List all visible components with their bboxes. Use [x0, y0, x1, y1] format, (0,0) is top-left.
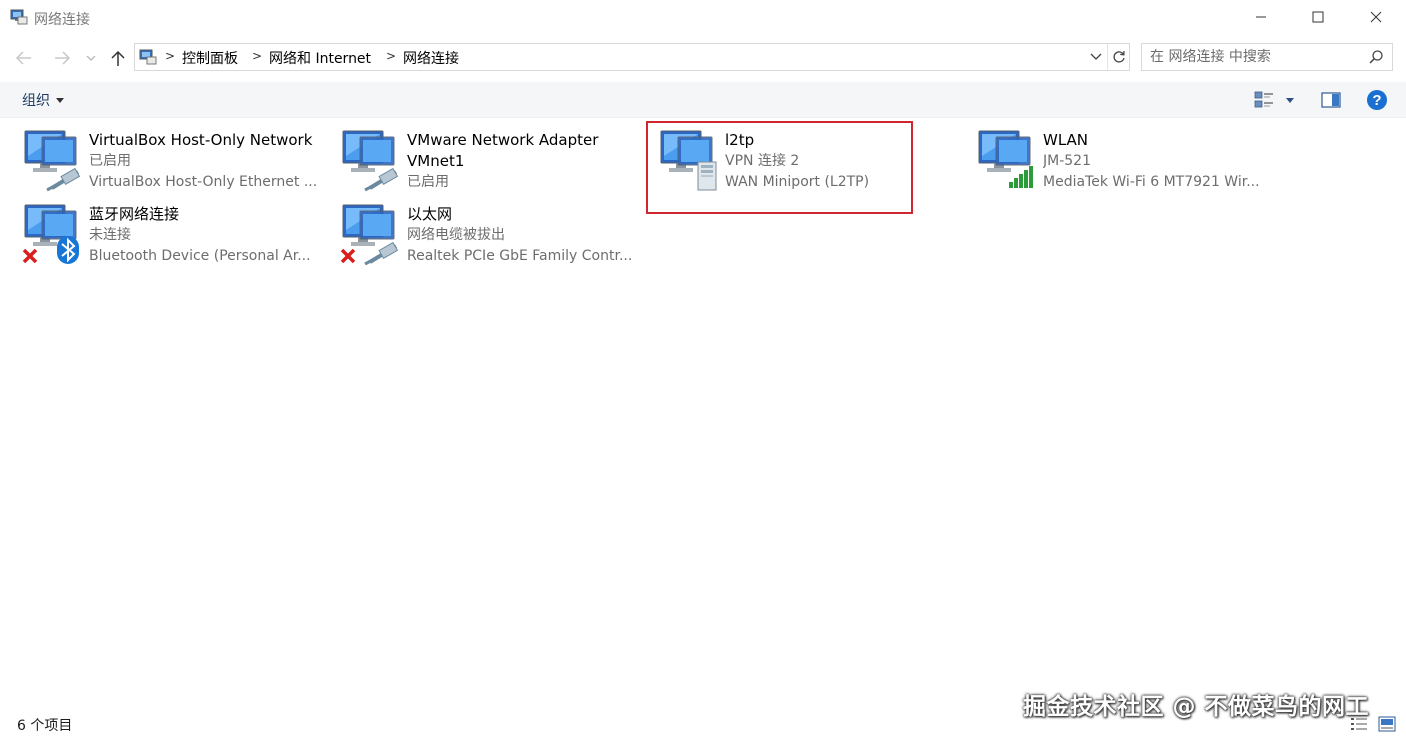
disconnected-x-icon [22, 248, 38, 264]
preview-pane-icon [1321, 92, 1341, 108]
network-adapter-icon [342, 130, 399, 192]
search-icon[interactable] [1368, 49, 1384, 65]
organize-button[interactable]: 组织 [22, 90, 64, 110]
caret-down-icon [1286, 97, 1294, 103]
maximize-icon [1312, 11, 1324, 23]
connection-item-wlan[interactable]: WLAN JM-521 MediaTek Wi-Fi 6 MT7921 Wir.… [976, 130, 1286, 202]
breadcrumb-separator-icon[interactable]: > [252, 49, 262, 63]
address-bar[interactable]: > 控制面板 > 网络和 Internet > 网络连接 [134, 43, 1130, 71]
large-icons-view-button[interactable] [1378, 716, 1396, 732]
details-view-icon [1351, 718, 1367, 730]
connection-name: WLAN [1043, 131, 1089, 149]
disconnected-x-icon [340, 248, 356, 264]
up-button[interactable] [105, 46, 131, 70]
network-adapter-icon [340, 204, 399, 266]
bluetooth-adapter-icon [22, 204, 79, 264]
breadcrumb-control-panel[interactable]: 控制面板 [182, 48, 238, 68]
minimize-icon [1256, 16, 1266, 18]
preview-pane-button[interactable] [1319, 88, 1343, 112]
search-input[interactable] [1150, 48, 1360, 66]
forward-button[interactable] [49, 46, 75, 70]
connection-name: VirtualBox Host-Only Network [89, 131, 313, 149]
maximize-button[interactable] [1289, 0, 1347, 34]
connection-item-ethernet[interactable]: 以太网 网络电缆被拔出 Realtek PCIe GbE Family Cont… [340, 204, 650, 276]
connection-item-bluetooth[interactable]: 蓝牙网络连接 未连接 Bluetooth Device (Personal Ar… [22, 204, 332, 276]
organize-label: 组织 [22, 93, 50, 109]
connection-item-virtualbox[interactable]: VirtualBox Host-Only Network 已启用 Virtual… [22, 130, 332, 202]
watermark-text: 掘金技术社区 @ 不做菜鸟的网工 [1023, 694, 1370, 720]
close-button[interactable] [1347, 0, 1405, 34]
breadcrumb-network-connections[interactable]: 网络连接 [403, 48, 459, 68]
title-bar: 网络连接 [0, 0, 1406, 36]
address-history-button[interactable] [1085, 44, 1107, 70]
help-button[interactable]: ? [1364, 88, 1390, 112]
caret-down-icon [56, 97, 64, 103]
breadcrumb-separator-icon[interactable]: > [386, 49, 396, 63]
item-text: VMware Network Adapter VMnet1 已启用 [407, 130, 647, 193]
device-name: MediaTek Wi-Fi 6 MT7921 Wir... [1043, 174, 1260, 190]
arrow-up-icon [111, 50, 125, 66]
item-text: 蓝牙网络连接 未连接 Bluetooth Device (Personal Ar… [89, 204, 329, 267]
device-name: Bluetooth Device (Personal Ar... [89, 248, 311, 264]
large-icons-view-icon [1378, 716, 1396, 732]
connection-status: 网络电缆被拔出 [407, 227, 505, 243]
view-options-icon [1254, 91, 1273, 108]
details-view-button[interactable] [1350, 716, 1368, 732]
chevron-down-icon [86, 55, 96, 61]
back-button[interactable] [11, 46, 37, 70]
arrow-right-icon [55, 51, 71, 65]
recent-locations-button[interactable] [82, 46, 100, 70]
arrow-left-icon [15, 51, 31, 65]
wireless-adapter-icon [978, 130, 1033, 188]
connection-status: 已启用 [407, 174, 449, 190]
item-text: 以太网 网络电缆被拔出 Realtek PCIe GbE Family Cont… [407, 204, 647, 267]
view-dropdown-button[interactable] [1281, 88, 1297, 112]
help-icon: ? [1367, 90, 1387, 110]
chevron-down-icon [1090, 53, 1102, 60]
connection-name: 以太网 [407, 205, 453, 223]
bluetooth-icon [57, 236, 79, 264]
network-connections-icon [139, 49, 157, 65]
item-count: 6 个项目 [17, 718, 73, 734]
command-bar: 组织 ? [0, 82, 1406, 118]
device-name: Realtek PCIe GbE Family Contr... [407, 248, 633, 264]
connection-item-vmware[interactable]: VMware Network Adapter VMnet1 已启用 [340, 130, 650, 202]
network-adapter-icon [24, 130, 81, 192]
refresh-icon [1112, 50, 1125, 63]
connection-name: VMware Network Adapter [407, 131, 599, 149]
device-name: VirtualBox Host-Only Ethernet ... [89, 174, 318, 190]
search-box[interactable] [1141, 43, 1393, 71]
window-title: 网络连接 [34, 12, 90, 28]
refresh-button[interactable] [1107, 44, 1129, 70]
change-view-button[interactable] [1252, 88, 1276, 112]
item-text: VirtualBox Host-Only Network 已启用 Virtual… [89, 130, 329, 193]
network-connections-icon [10, 9, 28, 25]
breadcrumb-separator-icon[interactable]: > [165, 49, 175, 63]
breadcrumb-network-internet[interactable]: 网络和 Internet [269, 48, 371, 68]
highlight-annotation-box [646, 121, 913, 214]
close-icon [1370, 11, 1382, 23]
wifi-signal-icon [1009, 166, 1033, 188]
connection-status: 未连接 [89, 227, 131, 243]
svg-text:?: ? [1372, 92, 1381, 109]
item-text: WLAN JM-521 MediaTek Wi-Fi 6 MT7921 Wir.… [1043, 130, 1283, 193]
minimize-button[interactable] [1232, 0, 1290, 34]
connection-status: 已启用 [89, 153, 131, 169]
connection-name-continued: VMnet1 [407, 152, 465, 170]
connection-status: JM-521 [1043, 153, 1091, 169]
connection-name: 蓝牙网络连接 [89, 205, 180, 223]
